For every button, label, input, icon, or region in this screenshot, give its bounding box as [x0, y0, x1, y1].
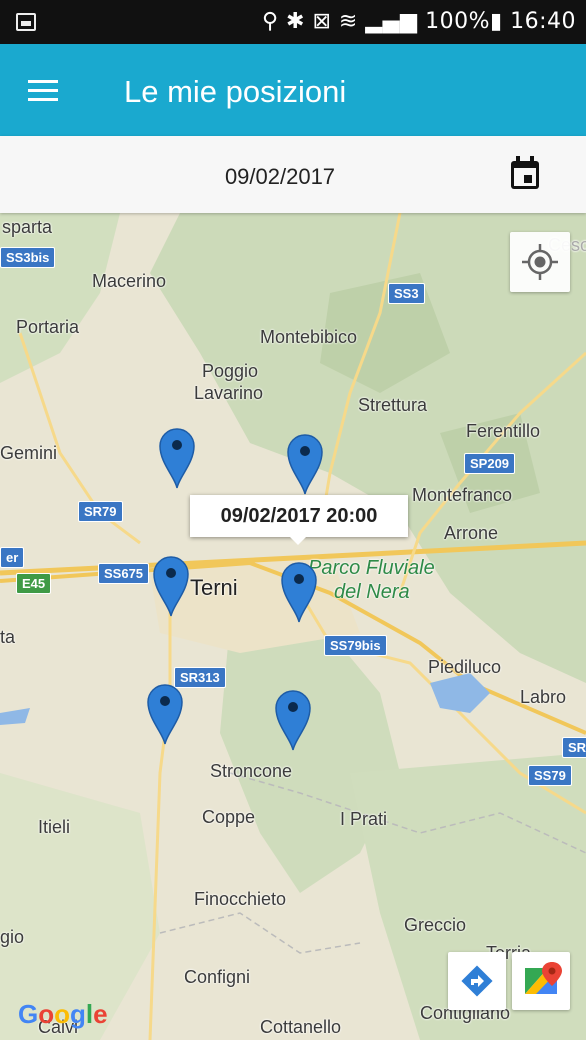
place-label: Portaria	[16, 317, 80, 337]
status-bar: ⚲ ✱ ⊠ ≋ ▂▄▆ 100%▮ 16:40	[0, 0, 586, 44]
park-label: Parco Fluviale	[308, 557, 435, 579]
road-shield: SR79	[78, 501, 123, 522]
location-pin[interactable]	[286, 433, 324, 495]
hamburger-menu-icon[interactable]	[28, 78, 62, 104]
road-shield: SS3	[388, 283, 425, 304]
location-pin[interactable]	[146, 683, 184, 745]
google-logo: Google	[18, 999, 108, 1029]
place-label: Ferentillo	[466, 421, 541, 441]
place-label: Labro	[520, 687, 567, 707]
place-label: Lavarino	[194, 383, 264, 403]
location-pin[interactable]	[158, 427, 196, 489]
date-selector[interactable]: 09/02/2017	[0, 164, 560, 190]
location-pin[interactable]	[280, 561, 318, 623]
place-label: Gemini	[0, 443, 58, 463]
place-label: Arrone	[444, 523, 499, 543]
place-label: Macerino	[92, 271, 167, 291]
place-label: Poggio	[202, 361, 259, 381]
place-label: Itieli	[38, 817, 71, 837]
place-label: Configni	[184, 967, 251, 987]
road-shield: SS3bis	[0, 247, 56, 268]
location-pin[interactable]	[152, 555, 190, 617]
road-shield: SS79	[528, 765, 572, 786]
place-label: Montefranco	[412, 485, 513, 505]
google-maps-icon[interactable]	[512, 952, 570, 1010]
road-shield: E45	[16, 573, 52, 594]
marker-info-window: 09/02/2017 20:00	[190, 495, 408, 545]
status-bar-right: ⚲ ✱ ⊠ ≋ ▂▄▆ 100%▮ 16:40	[262, 9, 576, 34]
road-shield: SR	[562, 737, 586, 758]
place-label: Finocchieto	[194, 889, 287, 909]
place-label: Greccio	[404, 915, 467, 935]
park-label: del Nera	[334, 581, 410, 603]
road-shield: SS79bis	[324, 635, 387, 656]
app-bar: Le mie posizioni	[0, 44, 586, 136]
map-view[interactable]: sparta Macerino Portaria Montebibico Pog…	[0, 213, 586, 1040]
place-label: Strettura	[358, 395, 428, 415]
location-pin[interactable]	[274, 689, 312, 751]
road-shield: SS675	[98, 563, 150, 584]
place-label: Terni	[190, 575, 238, 600]
status-icons: ⚲ ✱ ⊠ ≋ ▂▄▆	[261, 9, 426, 34]
place-label: Cottanello	[260, 1017, 342, 1037]
place-label: sparta	[2, 217, 53, 237]
screenshot-icon	[16, 13, 36, 31]
status-text: 100%▮ 16:40	[425, 9, 576, 34]
place-label: Stroncone	[210, 761, 293, 781]
page-title: Le mie posizioni	[124, 74, 347, 109]
place-label: Piediluco	[428, 657, 502, 677]
place-label: gio	[0, 927, 25, 947]
road-shield: er	[0, 547, 25, 568]
place-label: I Prati	[340, 809, 388, 829]
place-label: Montebibico	[260, 327, 358, 347]
my-location-icon[interactable]	[510, 232, 570, 292]
place-label: Coppe	[202, 807, 256, 827]
place-label: ta	[0, 627, 16, 647]
road-shield: SP209	[464, 453, 516, 474]
calendar-icon[interactable]	[510, 156, 540, 190]
date-bar: 09/02/2017	[0, 136, 586, 213]
directions-icon[interactable]	[448, 952, 506, 1010]
